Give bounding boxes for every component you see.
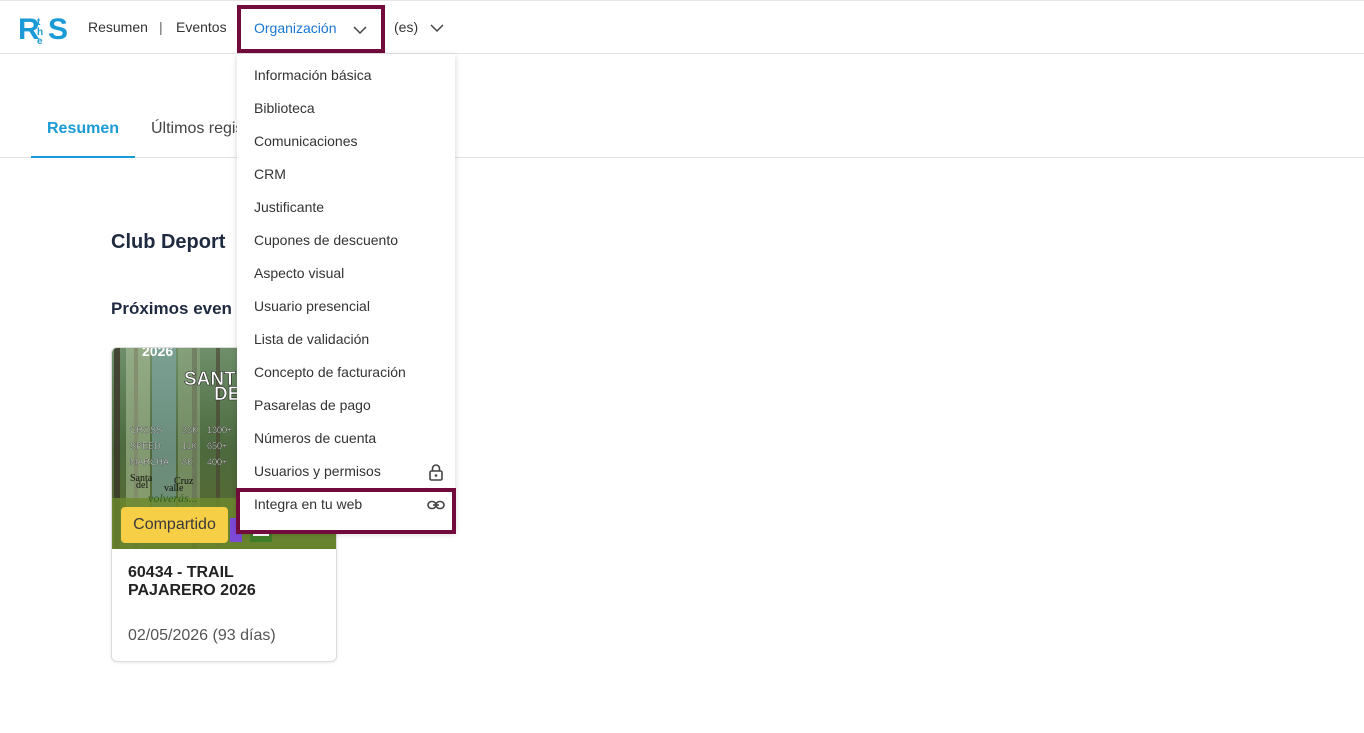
svg-text:400+: 400+ <box>207 457 227 467</box>
menu-item-label: Usuario presencial <box>254 298 370 314</box>
nav-organizacion-label: Organización <box>254 20 337 36</box>
svg-text:volverás...: volverás... <box>148 491 198 505</box>
organizacion-dropdown-menu: Información básica Biblioteca Comunicaci… <box>237 54 455 532</box>
menu-item-label: Lista de validación <box>254 331 370 347</box>
menu-item-label: Usuarios y permisos <box>254 463 381 479</box>
menu-item-biblioteca[interactable]: Biblioteca <box>237 92 455 125</box>
menu-item-label: Cupones de descuento <box>254 232 398 248</box>
nav-separator: | <box>159 19 163 35</box>
svg-text:CROSS: CROSS <box>130 425 162 435</box>
nav-resumen[interactable]: Resumen <box>88 19 148 35</box>
menu-item-concepto-de-facturacion[interactable]: Concepto de facturación <box>237 356 455 389</box>
menu-item-justificante[interactable]: Justificante <box>237 191 455 224</box>
menu-item-label: Concepto de facturación <box>254 364 406 380</box>
menu-item-label: Biblioteca <box>254 100 315 116</box>
svg-text:23K: 23K <box>182 425 198 435</box>
lock-icon <box>429 464 443 481</box>
menu-item-aspecto-visual[interactable]: Aspecto visual <box>237 257 455 290</box>
menu-item-usuarios-y-permisos[interactable]: Usuarios y permisos <box>237 455 455 488</box>
menu-item-label: Números de cuenta <box>254 430 377 446</box>
menu-item-label: Integra en tu web <box>254 496 363 512</box>
res-logo[interactable]: R t h e S <box>18 12 70 47</box>
svg-text:SPEED: SPEED <box>130 441 161 451</box>
chevron-down-icon <box>353 26 367 35</box>
nav-organizacion-dropdown[interactable]: Organización <box>237 5 385 53</box>
top-navigation-bar: R t h e S Resumen | Eventos Organización… <box>0 0 1364 54</box>
menu-item-label: Aspecto visual <box>254 265 345 281</box>
svg-text:11K: 11K <box>182 441 197 451</box>
upcoming-events-title: Próximos even <box>111 299 232 318</box>
menu-item-integra-en-tu-web[interactable]: Integra en tu web <box>237 488 455 521</box>
language-selector[interactable]: (es) <box>394 19 448 39</box>
menu-item-label: Comunicaciones <box>254 133 358 149</box>
svg-text:e: e <box>37 36 43 44</box>
summary-tabs: Resumen Últimos regis <box>0 104 1364 158</box>
menu-item-label: Pasarelas de pago <box>254 397 371 413</box>
menu-item-comunicaciones[interactable]: Comunicaciones <box>237 125 455 158</box>
menu-item-informacion-basica[interactable]: Información básica <box>237 59 455 92</box>
tab-active-indicator <box>31 156 135 158</box>
menu-item-label: Justificante <box>254 199 325 215</box>
menu-item-numeros-de-cuenta[interactable]: Números de cuenta <box>237 422 455 455</box>
svg-text:S: S <box>48 13 68 44</box>
menu-item-cupones-de-descuento[interactable]: Cupones de descuento <box>237 224 455 257</box>
link-icon <box>427 500 445 510</box>
menu-item-label: Información básica <box>254 67 372 83</box>
svg-text:650+: 650+ <box>207 441 227 451</box>
tab-ultimos-registros[interactable]: Últimos regis <box>151 120 243 138</box>
svg-text:del: del <box>136 480 148 491</box>
menu-item-pasarelas-de-pago[interactable]: Pasarelas de pago <box>237 389 455 422</box>
menu-item-label: CRM <box>254 166 286 182</box>
shared-badge: Compartido <box>121 507 228 543</box>
nav-eventos[interactable]: Eventos <box>176 19 227 35</box>
svg-text:MARCHA: MARCHA <box>130 457 169 467</box>
svg-text:1300+: 1300+ <box>207 425 232 435</box>
menu-item-lista-de-validacion[interactable]: Lista de validación <box>237 323 455 356</box>
menu-item-usuario-presencial[interactable]: Usuario presencial <box>237 290 455 323</box>
svg-text:8K: 8K <box>182 457 193 467</box>
language-label: (es) <box>394 19 419 35</box>
menu-item-crm[interactable]: CRM <box>237 158 455 191</box>
event-title[interactable]: 60434 - TRAIL PAJARERO 2026 <box>128 564 324 600</box>
club-title: Club Deport <box>111 231 226 253</box>
tab-resumen[interactable]: Resumen <box>47 120 119 138</box>
event-date: 02/05/2026 (93 días) <box>128 627 276 644</box>
svg-text:2026: 2026 <box>142 348 173 359</box>
chevron-down-icon <box>430 24 444 33</box>
